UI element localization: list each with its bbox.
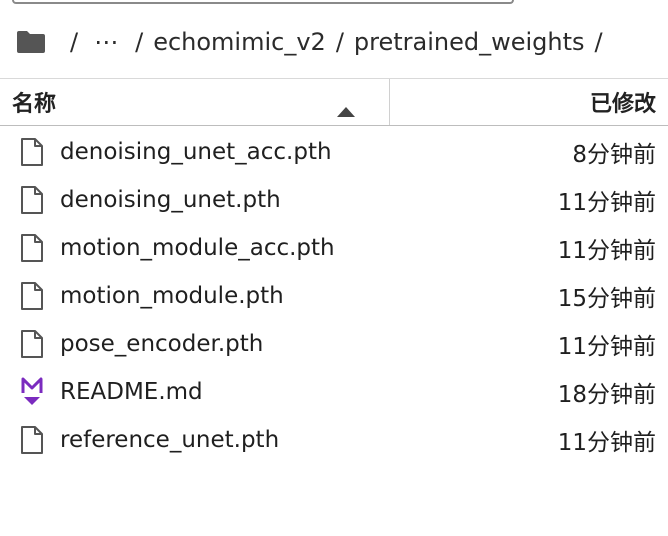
file-name: pose_encoder.pth <box>60 331 264 357</box>
folder-icon[interactable] <box>16 30 46 54</box>
column-header-modified-label: 已修改 <box>589 92 656 117</box>
column-header-modified[interactable]: 已修改 <box>390 79 668 125</box>
file-modified-time: 11分钟前 <box>557 334 656 360</box>
file-modified-time: 15分钟前 <box>557 286 656 312</box>
file-modified-time: 11分钟前 <box>557 430 656 456</box>
file-row[interactable]: reference_unet.pth 11分钟前 <box>0 416 668 464</box>
file-name: motion_module_acc.pth <box>60 235 335 261</box>
file-row[interactable]: motion_module.pth 15分钟前 <box>0 272 668 320</box>
file-row[interactable]: denoising_unet.pth 11分钟前 <box>0 176 668 224</box>
breadcrumb-separator: / <box>594 28 603 56</box>
breadcrumb: / ⋯ / echomimic_v2 / pretrained_weights … <box>16 22 613 62</box>
file-modified-time: 8分钟前 <box>572 142 656 168</box>
file-icon <box>18 185 46 215</box>
file-name: denoising_unet.pth <box>60 187 281 213</box>
file-icon <box>18 233 46 263</box>
sort-ascending-icon[interactable] <box>337 98 355 117</box>
markdown-icon <box>18 377 46 407</box>
breadcrumb-item-pretrained-weights[interactable]: pretrained_weights <box>354 28 585 56</box>
breadcrumb-separator: / <box>135 28 144 56</box>
breadcrumb-ellipsis[interactable]: ⋯ <box>94 28 119 56</box>
file-modified-time: 18分钟前 <box>557 382 656 408</box>
file-icon <box>18 329 46 359</box>
breadcrumb-separator: / <box>70 28 79 56</box>
file-name: motion_module.pth <box>60 283 284 309</box>
file-row[interactable]: README.md 18分钟前 <box>0 368 668 416</box>
file-modified-time: 11分钟前 <box>557 238 656 264</box>
file-modified-time: 11分钟前 <box>557 190 656 216</box>
file-name: denoising_unet_acc.pth <box>60 139 332 165</box>
file-row[interactable]: motion_module_acc.pth 11分钟前 <box>0 224 668 272</box>
file-row[interactable]: pose_encoder.pth 11分钟前 <box>0 320 668 368</box>
file-name: README.md <box>60 379 203 405</box>
file-icon <box>18 137 46 167</box>
column-header-name[interactable]: 名称 <box>0 79 390 125</box>
file-row[interactable]: denoising_unet_acc.pth 8分钟前 <box>0 128 668 176</box>
file-list: denoising_unet_acc.pth 8分钟前 denoising_unet… <box>0 128 668 464</box>
breadcrumb-separator: / <box>335 28 344 56</box>
breadcrumb-item-echomimic[interactable]: echomimic_v2 <box>153 28 326 56</box>
file-name: reference_unet.pth <box>60 427 280 453</box>
file-list-header: 名称 已修改 <box>0 78 668 126</box>
file-icon <box>18 425 46 455</box>
column-header-name-label: 名称 <box>12 92 57 117</box>
filter-input-edge[interactable] <box>12 0 514 4</box>
file-icon <box>18 281 46 311</box>
